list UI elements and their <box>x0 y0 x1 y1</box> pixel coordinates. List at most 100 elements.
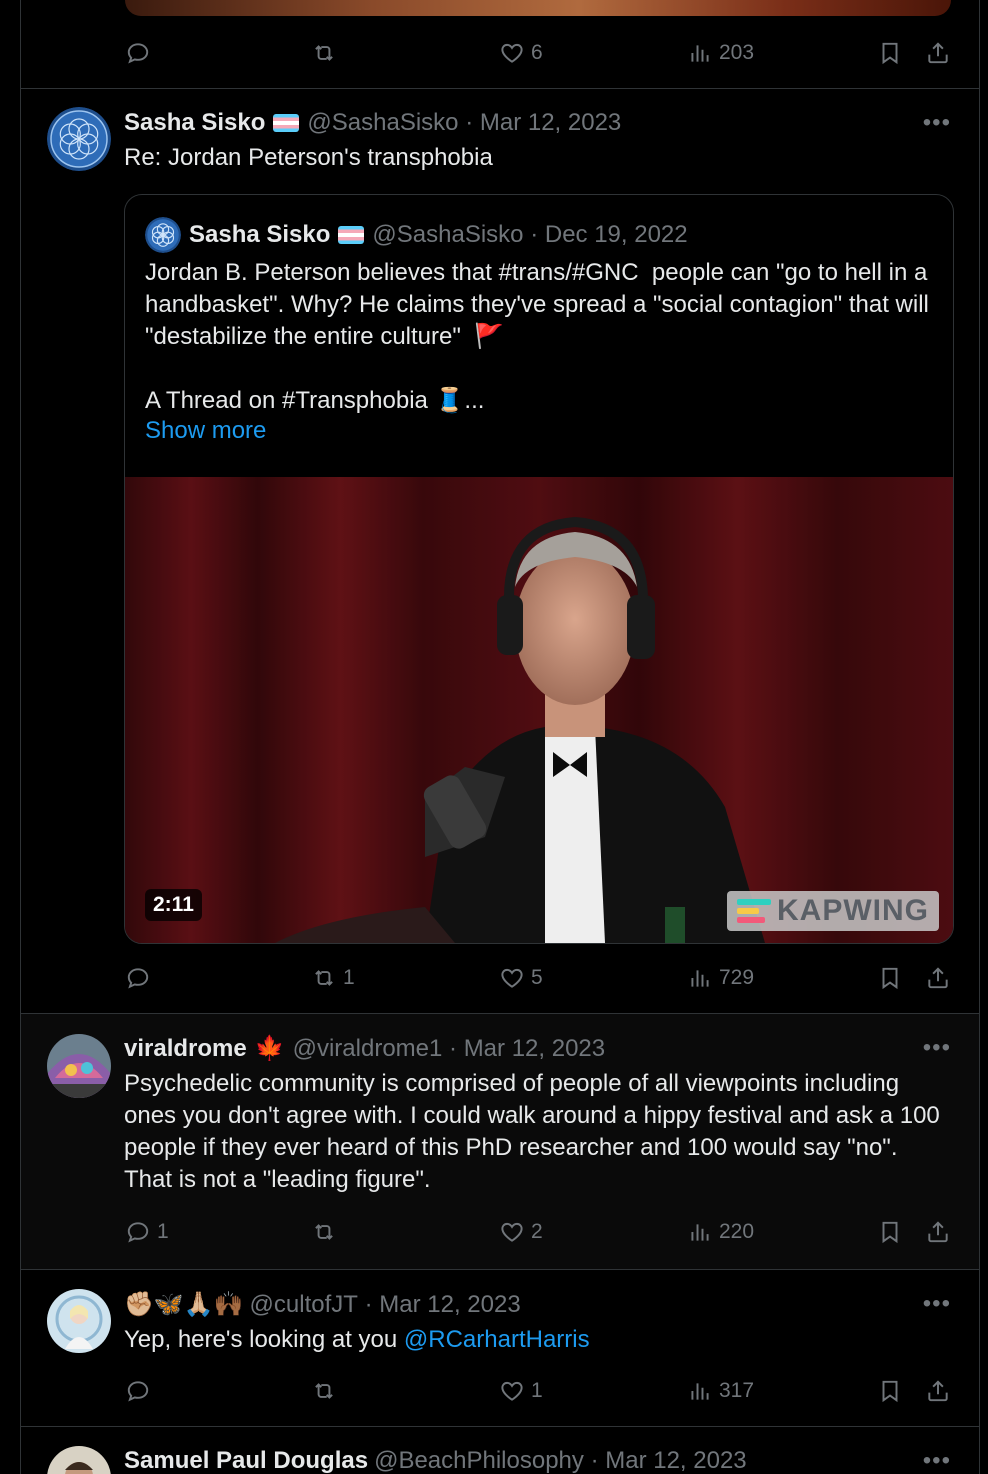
tweet-text: Re: Jordan Peterson's transphobia <box>124 144 493 171</box>
tweet-text: Yep, here's looking at you @RCarhartHarr… <box>124 1326 590 1353</box>
bookmark-icon <box>877 40 903 66</box>
reply-button[interactable] <box>125 36 157 70</box>
quote-header: Sasha Sisko @SashaSisko · Dec 19, 2022 <box>145 217 688 253</box>
trans-flag-icon <box>273 114 300 132</box>
views-icon <box>687 965 713 991</box>
like-button[interactable]: 1 <box>499 1374 543 1408</box>
views-icon <box>687 40 713 66</box>
mention-link[interactable]: @RCarhartHarris <box>404 1326 590 1353</box>
bookmark-button[interactable] <box>877 1374 903 1408</box>
timestamp[interactable]: Mar 12, 2023 <box>464 1035 605 1063</box>
avatar[interactable] <box>47 1289 111 1353</box>
tweet[interactable]: Samuel Paul Douglas @BeachPhilosophy · M… <box>21 1427 979 1474</box>
reply-icon <box>125 965 151 991</box>
trans-flag-icon <box>338 226 365 244</box>
repost-button[interactable] <box>311 1215 343 1249</box>
timestamp[interactable]: Mar 12, 2023 <box>379 1291 520 1319</box>
more-icon[interactable]: ••• <box>923 1290 951 1318</box>
views-button[interactable]: 220 <box>687 1215 754 1249</box>
repost-icon <box>311 40 337 66</box>
timestamp[interactable]: Mar 12, 2023 <box>480 109 621 137</box>
tweet-header: Samuel Paul Douglas @BeachPhilosophy · M… <box>124 1447 747 1474</box>
like-icon <box>499 1219 525 1245</box>
quote-timestamp: Dec 19, 2022 <box>544 221 688 248</box>
display-name[interactable]: Sasha Sisko <box>124 109 265 137</box>
action-bar: 1 5 729 <box>125 961 949 995</box>
reply-icon <box>125 1219 151 1245</box>
timeline-column: 6 203 Sasha Sisko @SashaSisko · Mar 12, … <box>20 0 980 1474</box>
bookmark-button[interactable] <box>877 36 903 70</box>
previous-post-media[interactable] <box>125 0 951 16</box>
tweet[interactable]: ✊🏼🦋🙏🏼🙌🏾 @cultofJT · Mar 12, 2023 ••• Yep… <box>21 1270 979 1426</box>
timestamp[interactable]: Mar 12, 2023 <box>605 1447 746 1474</box>
share-icon <box>925 1378 951 1404</box>
share-button[interactable] <box>925 36 951 70</box>
avatar[interactable] <box>47 1446 111 1474</box>
tweet-header: Sasha Sisko @SashaSisko · Mar 12, 2023 <box>124 109 622 137</box>
repost-icon <box>311 1378 337 1404</box>
views-button[interactable]: 729 <box>687 961 754 995</box>
more-icon[interactable]: ••• <box>923 109 951 137</box>
tweet-header: ✊🏼🦋🙏🏼🙌🏾 @cultofJT · Mar 12, 2023 <box>124 1290 521 1319</box>
show-more-link[interactable]: Show more <box>145 417 266 445</box>
tweet[interactable]: Sasha Sisko @SashaSisko · Mar 12, 2023 •… <box>21 89 979 1013</box>
views-icon <box>687 1378 713 1404</box>
video-thumbnail <box>125 477 953 943</box>
share-button[interactable] <box>925 961 951 995</box>
like-button[interactable]: 2 <box>499 1215 543 1249</box>
reply-button[interactable] <box>125 1374 157 1408</box>
quote-text: Jordan B. Peterson believes that #trans/… <box>145 259 929 414</box>
views-button[interactable]: 317 <box>687 1374 754 1408</box>
like-icon <box>499 1378 525 1404</box>
video-player[interactable]: 2:11 KAPWING <box>125 477 953 943</box>
handle[interactable]: @SashaSisko <box>307 109 458 137</box>
display-name[interactable]: Samuel Paul Douglas <box>124 1447 368 1474</box>
quote-display-name: Sasha Sisko <box>189 221 331 248</box>
bookmark-icon <box>877 1219 903 1245</box>
views-count: 203 <box>719 41 755 64</box>
reply-button[interactable] <box>125 961 157 995</box>
repost-button[interactable] <box>311 1374 343 1408</box>
share-button[interactable] <box>925 1215 951 1249</box>
repost-icon <box>311 1219 337 1245</box>
like-count: 2 <box>531 1220 543 1243</box>
quote-handle: @SashaSisko <box>372 221 524 248</box>
like-button[interactable]: 5 <box>499 961 543 995</box>
bookmark-icon <box>877 965 903 991</box>
more-icon[interactable]: ••• <box>923 1447 951 1474</box>
avatar[interactable] <box>47 1034 111 1098</box>
repost-icon <box>311 965 337 991</box>
views-count: 220 <box>719 1220 755 1243</box>
handle[interactable]: @viraldrome1 <box>293 1035 443 1063</box>
bookmark-button[interactable] <box>877 1215 903 1249</box>
handle[interactable]: @BeachPhilosophy <box>374 1447 584 1474</box>
handle[interactable]: @cultofJT <box>250 1291 358 1319</box>
reply-icon <box>125 40 151 66</box>
display-name[interactable]: viraldrome <box>124 1035 247 1063</box>
views-count: 729 <box>719 966 755 989</box>
quoted-tweet[interactable]: Sasha Sisko @SashaSisko · Dec 19, 2022 J… <box>124 194 954 944</box>
reply-icon <box>125 1378 151 1404</box>
bookmark-icon <box>877 1378 903 1404</box>
action-bar: 1 2 220 <box>125 1215 949 1249</box>
display-name[interactable]: ✊🏼🦋🙏🏼🙌🏾 <box>124 1290 244 1319</box>
tweet[interactable]: viraldrome 🍁 @viraldrome1 · Mar 12, 2023… <box>21 1014 979 1269</box>
bookmark-button[interactable] <box>877 961 903 995</box>
share-icon <box>925 965 951 991</box>
share-button[interactable] <box>925 1374 951 1408</box>
share-icon <box>925 40 951 66</box>
reply-button[interactable]: 1 <box>125 1215 169 1249</box>
avatar[interactable] <box>47 107 111 171</box>
like-icon <box>499 965 525 991</box>
views-button[interactable]: 203 <box>687 36 754 70</box>
repost-button[interactable]: 1 <box>311 961 355 995</box>
like-count: 1 <box>531 1379 543 1402</box>
video-duration: 2:11 <box>145 889 202 921</box>
action-bar: 6 203 <box>125 36 949 70</box>
more-icon[interactable]: ••• <box>923 1034 951 1062</box>
like-button[interactable]: 6 <box>499 36 543 70</box>
repost-button[interactable] <box>311 36 343 70</box>
quote-avatar <box>145 217 181 253</box>
reply-count: 1 <box>157 1220 169 1243</box>
maple-leaf-icon: 🍁 <box>254 1035 285 1062</box>
